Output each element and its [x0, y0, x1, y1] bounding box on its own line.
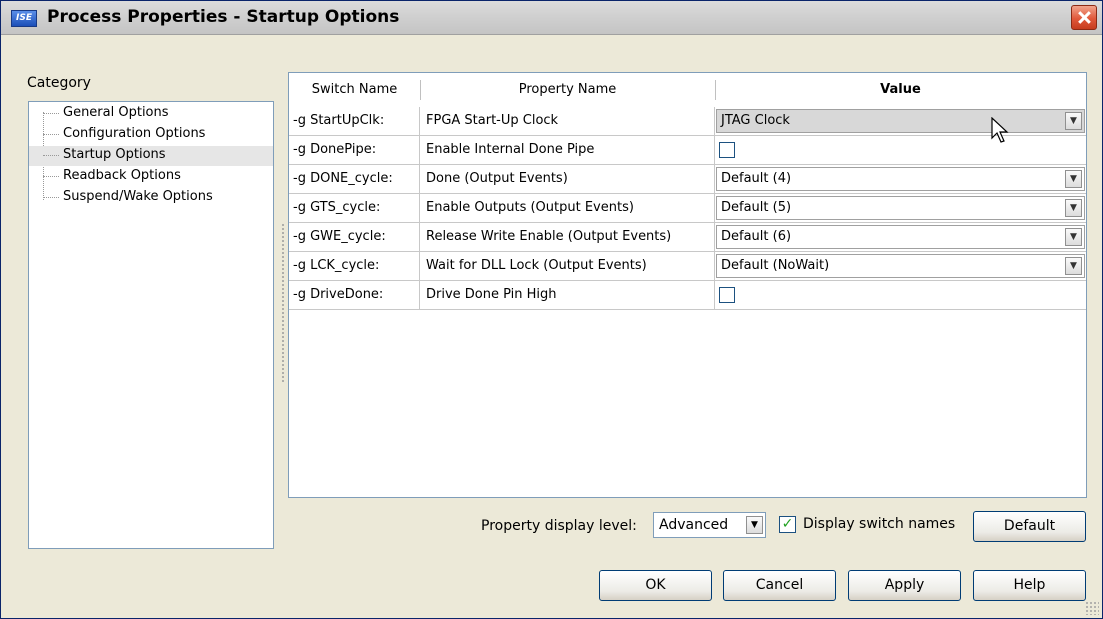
column-header-property-name[interactable]: Property Name [420, 77, 715, 105]
category-label: Category [27, 75, 91, 91]
drive-done-checkbox[interactable] [719, 287, 735, 303]
tree-item-readback-options[interactable]: Readback Options [29, 167, 273, 187]
dropdown-value: Default (4) [721, 171, 792, 186]
tree-item-label: Suspend/Wake Options [63, 189, 213, 204]
display-switch-names-checkbox[interactable]: ✓ [779, 516, 796, 533]
table-row: -g DonePipe: Enable Internal Done Pipe [289, 136, 1086, 165]
help-button[interactable]: Help [973, 570, 1086, 601]
value-cell: Default (5) ▼ [715, 194, 1086, 223]
apply-button[interactable]: Apply [848, 570, 961, 601]
table-row: -g DriveDone: Drive Done Pin High [289, 281, 1086, 310]
mouse-pointer-icon [991, 117, 1009, 143]
switch-name-cell: -g LCK_cycle: [289, 252, 420, 281]
display-switch-names-label[interactable]: Display switch names [803, 516, 955, 532]
property-name-cell: Enable Internal Done Pipe [420, 136, 715, 165]
column-header-switch-name[interactable]: Switch Name [289, 77, 420, 105]
chevron-down-icon[interactable]: ▼ [1065, 228, 1082, 246]
tree-item-suspend-wake-options[interactable]: Suspend/Wake Options [29, 188, 273, 208]
tree-item-label: Startup Options [63, 147, 166, 162]
window-title: Process Properties - Startup Options [47, 7, 400, 27]
chevron-down-icon[interactable]: ▼ [1065, 170, 1082, 188]
property-name-cell: Done (Output Events) [420, 165, 715, 194]
resize-grip[interactable] [1085, 601, 1099, 615]
tree-item-label: Configuration Options [63, 126, 206, 141]
dropdown-value: Default (6) [721, 229, 792, 244]
display-level-select[interactable]: Advanced ▼ [653, 512, 766, 538]
switch-name-cell: -g DonePipe: [289, 136, 420, 165]
tree-item-label: General Options [63, 105, 169, 120]
table-row: -g DONE_cycle: Done (Output Events) Defa… [289, 165, 1086, 194]
value-cell [715, 281, 1086, 310]
chevron-down-icon[interactable]: ▼ [1065, 199, 1082, 217]
display-level-value: Advanced [659, 517, 729, 533]
done-cycle-dropdown[interactable]: Default (4) ▼ [716, 167, 1085, 191]
table-row: -g StartUpClk: FPGA Start-Up Clock JTAG … [289, 107, 1086, 136]
tree-item-label: Readback Options [63, 168, 181, 183]
ok-button[interactable]: OK [599, 570, 712, 601]
dropdown-value: Default (5) [721, 200, 792, 215]
close-icon[interactable] [1071, 5, 1097, 30]
startup-clock-dropdown[interactable]: JTAG Clock ▼ [716, 109, 1085, 133]
default-button[interactable]: Default [973, 511, 1086, 542]
switch-name-cell: -g StartUpClk: [289, 107, 420, 136]
splitter-handle[interactable] [281, 223, 285, 383]
gts-cycle-dropdown[interactable]: Default (5) ▼ [716, 196, 1085, 220]
chevron-down-icon[interactable]: ▼ [1065, 112, 1082, 130]
tree-item-configuration-options[interactable]: Configuration Options [29, 125, 273, 145]
property-table: Switch Name Property Name Value -g Start… [281, 72, 1087, 498]
value-cell [715, 136, 1086, 165]
table-row: -g GTS_cycle: Enable Outputs (Output Eve… [289, 194, 1086, 223]
switch-name-cell: -g DONE_cycle: [289, 165, 420, 194]
category-tree[interactable]: General Options Configuration Options St… [28, 101, 274, 549]
switch-name-cell: -g DriveDone: [289, 281, 420, 310]
table-row: -g GWE_cycle: Release Write Enable (Outp… [289, 223, 1086, 252]
value-cell: Default (NoWait) ▼ [715, 252, 1086, 281]
display-level-label: Property display level: [481, 518, 637, 534]
cancel-button[interactable]: Cancel [723, 570, 836, 601]
ise-app-icon: ISE [11, 10, 37, 27]
tree-item-startup-options[interactable]: Startup Options [29, 146, 273, 166]
gwe-cycle-dropdown[interactable]: Default (6) ▼ [716, 225, 1085, 249]
property-name-cell: Release Write Enable (Output Events) [420, 223, 715, 252]
value-cell: Default (6) ▼ [715, 223, 1086, 252]
done-pipe-checkbox[interactable] [719, 142, 735, 158]
title-bar[interactable]: ISE Process Properties - Startup Options [1, 1, 1102, 35]
property-name-cell: Wait for DLL Lock (Output Events) [420, 252, 715, 281]
value-cell: Default (4) ▼ [715, 165, 1086, 194]
table-row: -g LCK_cycle: Wait for DLL Lock (Output … [289, 252, 1086, 281]
dropdown-value: JTAG Clock [721, 113, 790, 128]
switch-name-cell: -g GWE_cycle: [289, 223, 420, 252]
switch-name-cell: -g GTS_cycle: [289, 194, 420, 223]
chevron-down-icon[interactable]: ▼ [1065, 257, 1082, 275]
chevron-down-icon[interactable]: ▼ [746, 516, 763, 534]
column-header-value[interactable]: Value [715, 77, 1086, 105]
value-cell: JTAG Clock ▼ [715, 107, 1086, 136]
property-name-cell: Enable Outputs (Output Events) [420, 194, 715, 223]
property-name-cell: Drive Done Pin High [420, 281, 715, 310]
property-name-cell: FPGA Start-Up Clock [420, 107, 715, 136]
process-properties-dialog: ISE Process Properties - Startup Options… [0, 0, 1103, 619]
tree-item-general-options[interactable]: General Options [29, 104, 273, 124]
dropdown-value: Default (NoWait) [721, 258, 830, 273]
lck-cycle-dropdown[interactable]: Default (NoWait) ▼ [716, 254, 1085, 278]
